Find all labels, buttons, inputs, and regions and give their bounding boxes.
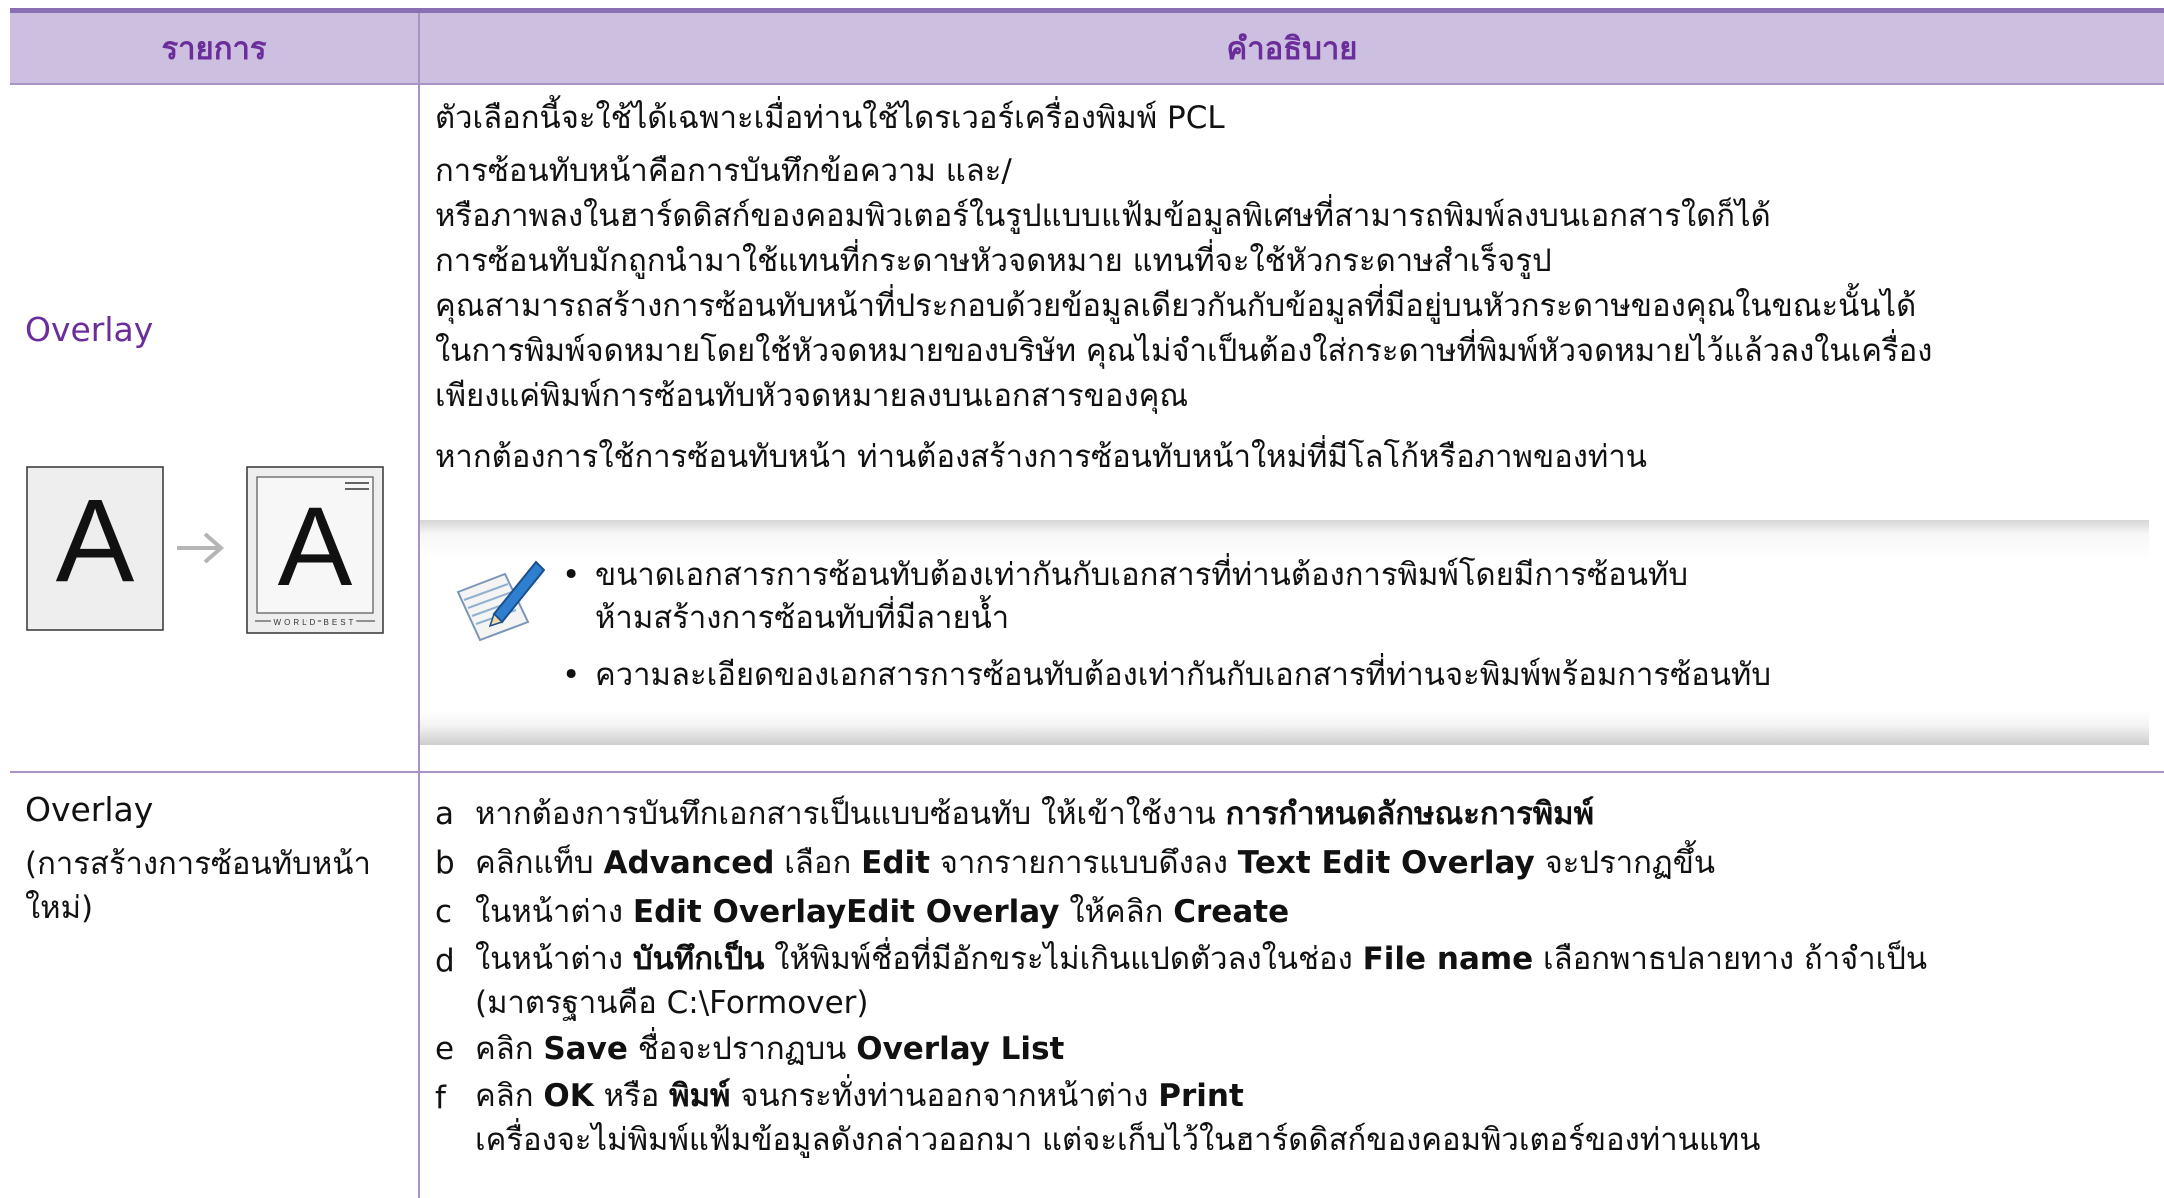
step-a: a หากต้องการบันทึกเอกสารเป็นแบบซ้อนทับ ใ… xyxy=(435,796,1595,832)
overlay-usage: หากต้องการใช้การซ้อนทับหน้า ท่านต้องสร้า… xyxy=(435,439,1647,475)
table-header-row: รายการ คำอธิบาย xyxy=(10,13,2164,85)
item-cell: Overlay (การสร้างการซ้อนทับหน้า ใหม่) xyxy=(10,772,420,1198)
note-item: ขนาดเอกสารการซ้อนทับต้องเท่ากันกับเอกสาร… xyxy=(550,554,1771,640)
table-row: Overlay A A WORLD BEST ตัวเลือกนี้จะใช้ไ… xyxy=(10,84,2164,773)
step-c: c ในหน้าต่าง Edit OverlayEdit Overlay ให… xyxy=(435,894,1290,930)
item-name: Overlay xyxy=(25,310,154,349)
pcl-note: ตัวเลือกนี้จะใช้ได้เฉพาะเมื่อท่านใช้ไดรเ… xyxy=(435,100,1225,136)
header-item: รายการ xyxy=(10,13,420,85)
description-cell: a หากต้องการบันทึกเอกสารเป็นแบบซ้อนทับ ใ… xyxy=(419,772,2164,1198)
overlay-explanation: การซ้อนทับหน้าคือการบันทึกข้อความ และ/ ห… xyxy=(435,153,1933,414)
note-pencil-icon xyxy=(456,560,545,642)
note-list: ขนาดเอกสารการซ้อนทับต้องเท่ากันกับเอกสาร… xyxy=(550,554,1771,697)
step-e: e คลิก Save ชื่อจะปรากฏบน Overlay List xyxy=(435,1031,1065,1067)
overlay-footer-text: WORLD BEST xyxy=(274,618,357,627)
step-b: b คลิกแท็บ Advanced เลือก Edit จากรายการ… xyxy=(435,845,1716,881)
table-row: Overlay (การสร้างการซ้อนทับหน้า ใหม่) a … xyxy=(10,772,2164,1198)
item-cell: Overlay A A WORLD BEST xyxy=(10,84,420,773)
step-f: f คลิก OK หรือ พิมพ์ จนกระทั่งท่านออกจาก… xyxy=(435,1078,1761,1158)
original-page-letter: A xyxy=(56,475,135,607)
item-name: Overlay xyxy=(25,790,154,829)
description-cell: ตัวเลือกนี้จะใช้ได้เฉพาะเมื่อท่านใช้ไดรเ… xyxy=(419,84,2164,773)
header-description: คำอธิบาย xyxy=(419,13,2164,85)
document-page: รายการ คำอธิบาย Overlay A A WORLD BEST ต… xyxy=(0,0,2164,1198)
steps-list: a หากต้องการบันทึกเอกสารเป็นแบบซ้อนทับ ใ… xyxy=(420,773,2164,1162)
item-subtitle: (การสร้างการซ้อนทับหน้า ใหม่) xyxy=(25,846,371,926)
spec-table: รายการ คำอธิบาย Overlay A A WORLD BEST ต… xyxy=(10,13,2164,1198)
overlaid-page-letter: A xyxy=(278,484,353,609)
step-d: d ในหน้าต่าง บันทึกเป็น ให้พิมพ์ชื่อที่ม… xyxy=(435,941,1928,1021)
overlay-illustration: A A WORLD BEST xyxy=(26,466,384,634)
note-box: ขนาดเอกสารการซ้อนทับต้องเท่ากันกับเอกสาร… xyxy=(420,520,2149,745)
note-item: ความละเอียดของเอกสารการซ้อนทับต้องเท่ากั… xyxy=(550,654,1771,697)
